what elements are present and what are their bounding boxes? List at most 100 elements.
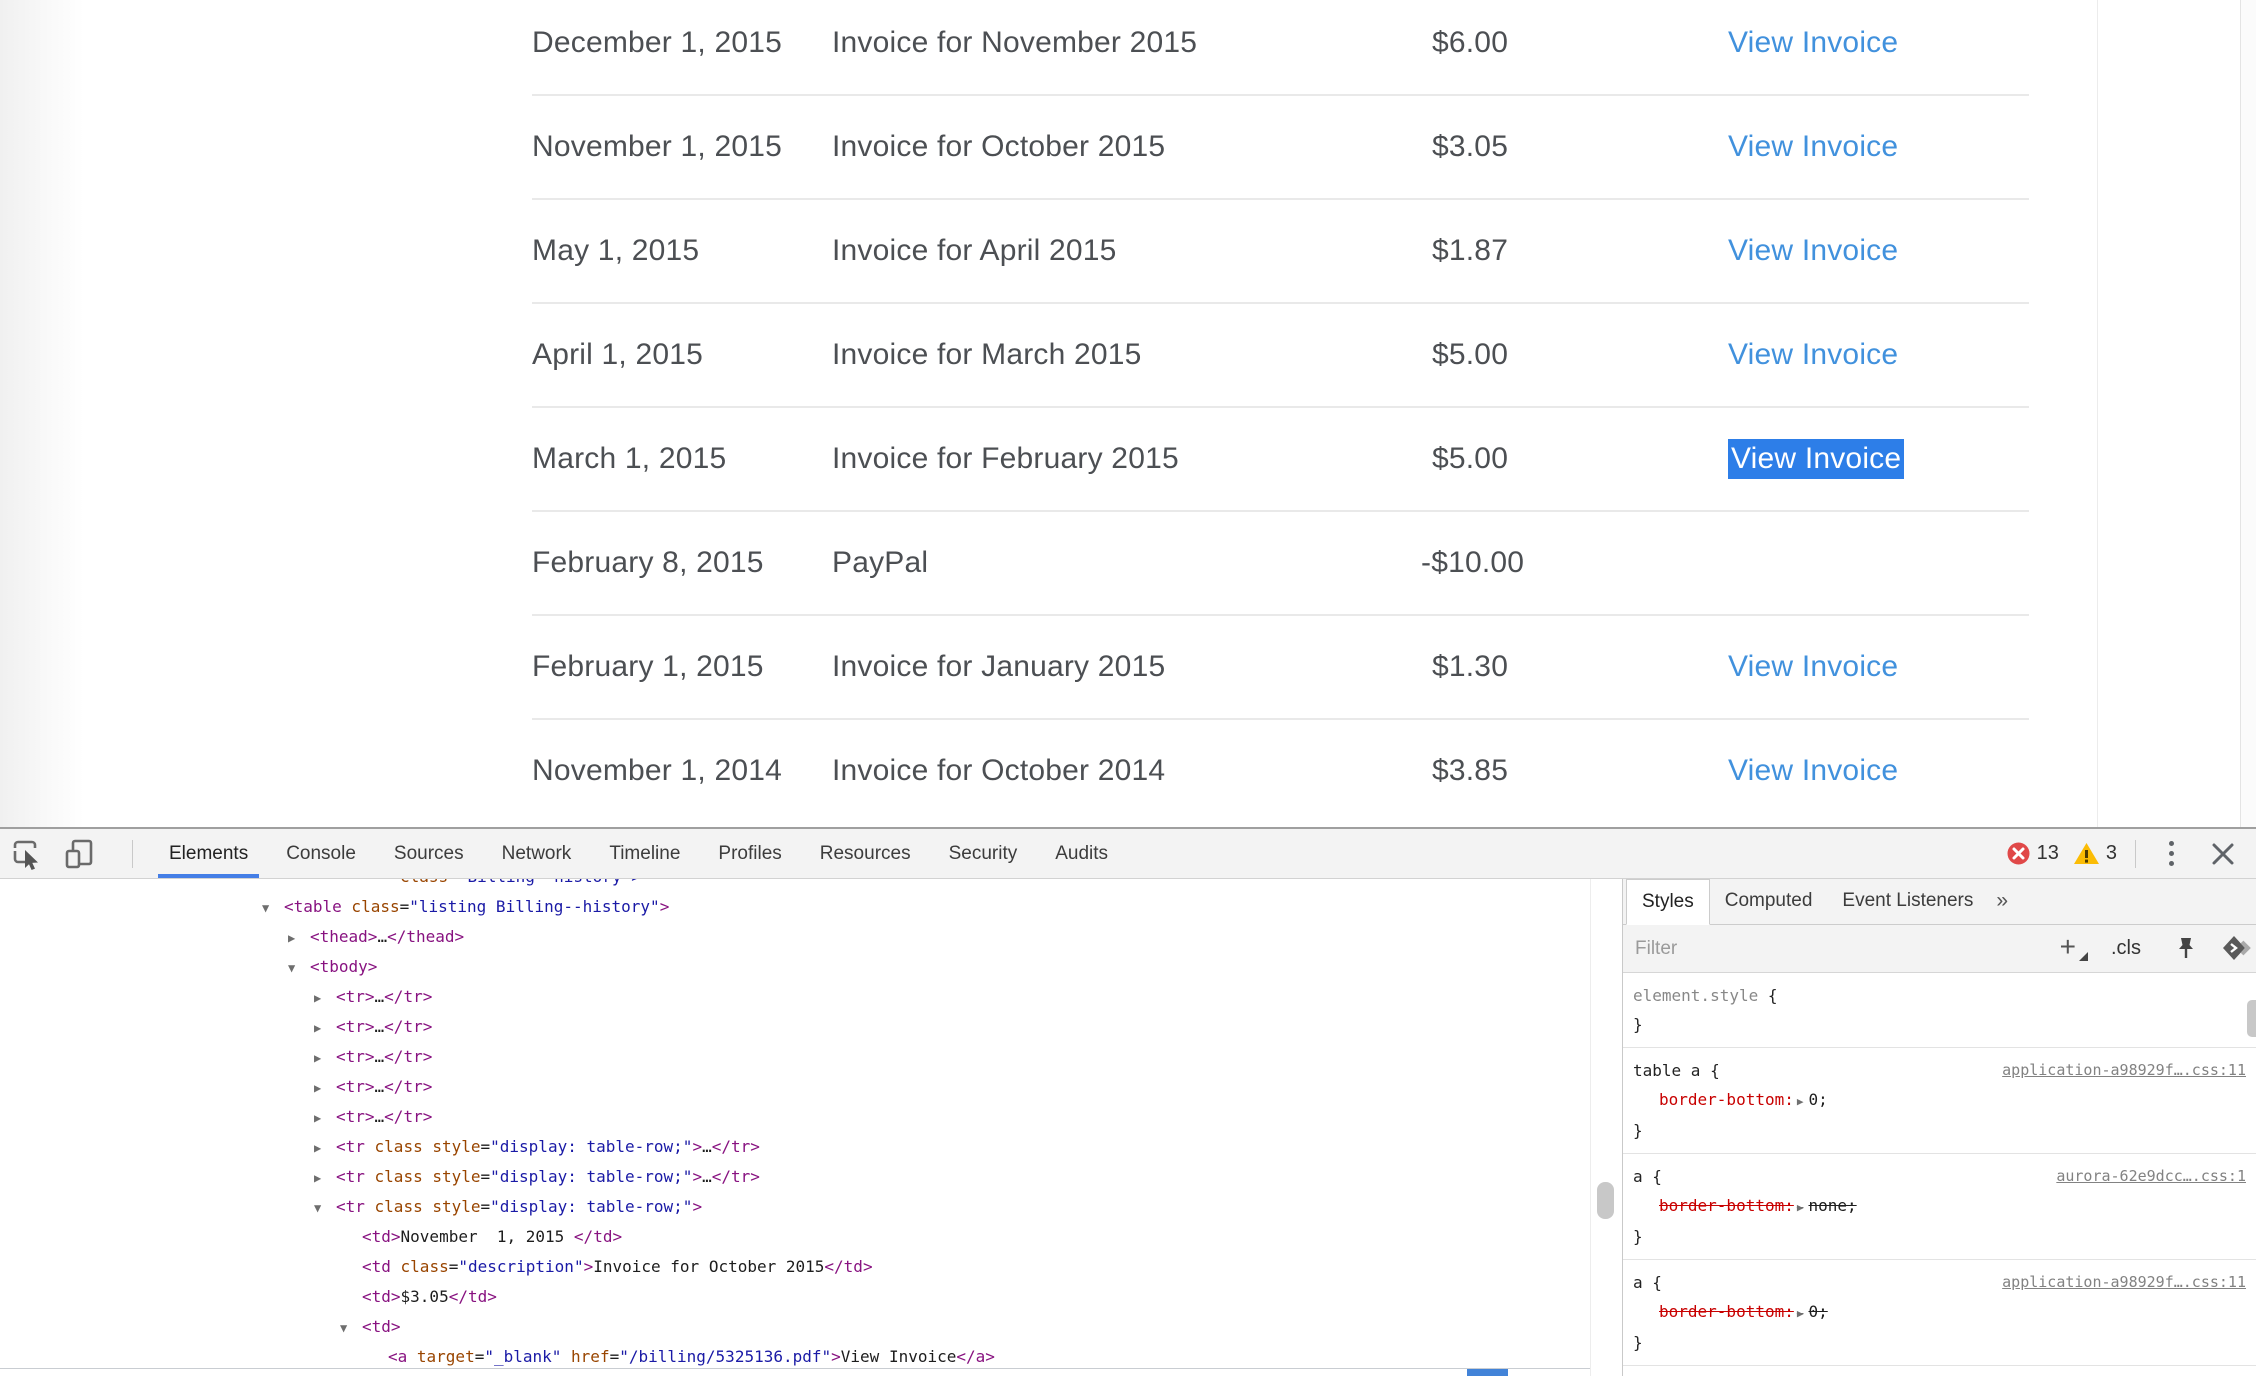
code-token: = bbox=[609, 1347, 620, 1366]
elements-scrollbar-thumb[interactable] bbox=[1597, 1182, 1614, 1219]
code-token: class bbox=[390, 1257, 449, 1276]
collapse-arrow-icon[interactable]: ▼ bbox=[262, 893, 284, 923]
close-devtools-icon[interactable] bbox=[2206, 837, 2240, 871]
view-invoice-link[interactable]: View Invoice bbox=[1728, 130, 1898, 164]
invoice-amount: $1.87 bbox=[1432, 234, 1509, 267]
devtools-tab-profiles[interactable]: Profiles bbox=[699, 829, 800, 878]
invoice-amount: $1.30 bbox=[1432, 650, 1509, 683]
code-token: style bbox=[422, 1167, 481, 1186]
pin-icon[interactable] bbox=[2174, 936, 2198, 967]
warning-icon bbox=[2073, 843, 2099, 864]
expand-shorthand-icon[interactable]: ▶ bbox=[1797, 1299, 1804, 1328]
invoice-description: PayPal bbox=[832, 546, 929, 579]
sidebar-tab-computed[interactable]: Computed bbox=[1710, 879, 1828, 924]
css-property-line[interactable]: border-bottom: ▶ none; bbox=[1633, 1191, 2246, 1222]
css-property-line[interactable]: border-bottom: ▶ 0; bbox=[1633, 1085, 2246, 1116]
styles-scrollbar-thumb[interactable] bbox=[2247, 1000, 2256, 1037]
css-rule[interactable]: element.style {} bbox=[1623, 973, 2256, 1048]
devtools-tab-security[interactable]: Security bbox=[930, 829, 1037, 878]
expand-shorthand-icon[interactable]: ▶ bbox=[1797, 1087, 1804, 1116]
inspect-element-icon[interactable] bbox=[10, 838, 44, 870]
device-toolbar-icon[interactable] bbox=[62, 838, 96, 870]
devtools-menu-icon[interactable] bbox=[2158, 838, 2184, 870]
code-token: > bbox=[692, 1197, 703, 1216]
devtools-tab-sources[interactable]: Sources bbox=[375, 829, 483, 878]
dom-tree-line[interactable]: ▶ <thead>…</thead> bbox=[0, 922, 1622, 952]
expand-arrow-icon[interactable]: ▶ bbox=[314, 1103, 336, 1133]
code-token: class bbox=[364, 1197, 423, 1216]
page-scrollbar-track[interactable] bbox=[2240, 0, 2256, 827]
code-token: </thead> bbox=[387, 927, 465, 946]
error-count-badge[interactable]: 13 bbox=[2006, 841, 2059, 866]
code-token: <tr> bbox=[336, 1107, 375, 1126]
devtools-tab-elements[interactable]: Elements bbox=[150, 829, 267, 878]
dom-tree-line[interactable]: ▼ <tr class style="display: table-row;"> bbox=[0, 1192, 1622, 1222]
selected-breadcrumb[interactable] bbox=[1467, 1369, 1508, 1376]
sidebar-tabs-overflow-icon[interactable]: » bbox=[1988, 879, 2016, 924]
stylesheet-source-link[interactable]: application-a98929f….css:11 bbox=[2002, 1268, 2246, 1297]
css-rule[interactable]: application-a98929f….css:11 table a {bord… bbox=[1623, 1048, 2256, 1154]
expand-arrow-icon[interactable]: ▶ bbox=[314, 1013, 336, 1043]
dom-tree-line[interactable]: ▼ <table class="listing Billing--history"… bbox=[0, 892, 1622, 922]
dom-tree-line[interactable]: ▶ <tr class style="display: table-row;">…… bbox=[0, 1132, 1622, 1162]
element-state-icon[interactable] bbox=[2222, 935, 2252, 966]
css-property-name: border-bottom: bbox=[1659, 1090, 1794, 1109]
dom-tree-line[interactable]: ▶ <tr>…</tr> bbox=[0, 1042, 1622, 1072]
code-token: = bbox=[480, 1167, 491, 1186]
collapse-arrow-icon[interactable]: ▼ bbox=[314, 1193, 336, 1223]
dom-tree-line[interactable]: ▶ <tr>…</tr> bbox=[0, 982, 1622, 1012]
invoice-date: March 1, 2015 bbox=[532, 442, 727, 475]
view-invoice-link[interactable]: View Invoice bbox=[1728, 234, 1898, 268]
css-rule[interactable]: application-a98929f….css:11 a {border-bot… bbox=[1623, 1260, 2256, 1366]
dom-tree-line[interactable]: ▼ <td> bbox=[0, 1312, 1622, 1342]
sidebar-tab-event-listeners[interactable]: Event Listeners bbox=[1827, 879, 1988, 924]
dom-tree-line[interactable]: <td class="description">Invoice for Octo… bbox=[0, 1252, 1622, 1282]
devtools-tab-resources[interactable]: Resources bbox=[801, 829, 930, 878]
sidebar-tab-styles[interactable]: Styles bbox=[1626, 879, 1710, 925]
stylesheet-source-link[interactable]: application-a98929f….css:11 bbox=[2002, 1056, 2246, 1085]
expand-arrow-icon[interactable]: ▶ bbox=[314, 1133, 336, 1163]
dom-tree-line[interactable]: <td>November 1, 2015 </td> bbox=[0, 1222, 1622, 1252]
filter-input[interactable]: Filter bbox=[1635, 925, 1677, 972]
billing-row: December 1, 2015 Invoice for November 201… bbox=[0, 0, 2256, 95]
devtools-tab-audits[interactable]: Audits bbox=[1036, 829, 1127, 878]
dom-tree-line[interactable]: ▶ <tr class style="display: table-row;">…… bbox=[0, 1162, 1622, 1192]
dom-tree-line[interactable]: ▼ <tbody> bbox=[0, 952, 1622, 982]
css-rule[interactable]: application-a98929f….css:1a { bbox=[1623, 1366, 2256, 1376]
warning-count-badge[interactable]: 3 bbox=[2073, 841, 2117, 866]
expand-arrow-icon[interactable]: ▶ bbox=[314, 1073, 336, 1103]
collapse-arrow-icon[interactable]: ▼ bbox=[340, 1313, 362, 1343]
css-rule[interactable]: aurora-62e9dcc….css:1 a {border-bottom: ▶ n… bbox=[1623, 1154, 2256, 1260]
new-style-rule-icon[interactable]: + bbox=[2060, 931, 2089, 963]
expand-arrow-icon[interactable]: ▶ bbox=[314, 1043, 336, 1073]
dom-tree-line[interactable]: class="Billing--history"> bbox=[0, 879, 1622, 892]
stylesheet-source-link[interactable]: aurora-62e9dcc….css:1 bbox=[2056, 1162, 2246, 1191]
dom-tree-line[interactable]: <td>$3.05</td> bbox=[0, 1282, 1622, 1312]
view-invoice-link[interactable]: View Invoice bbox=[1728, 439, 1905, 479]
css-selector: table a bbox=[1633, 1061, 1701, 1080]
collapse-arrow-icon[interactable]: ▼ bbox=[288, 953, 310, 983]
expand-arrow-icon[interactable]: ▶ bbox=[314, 983, 336, 1013]
view-invoice-link[interactable]: View Invoice bbox=[1728, 754, 1898, 788]
code-token: = bbox=[399, 897, 410, 916]
toolbar-separator bbox=[132, 840, 133, 868]
dom-tree-line[interactable]: ▶ <tr>…</tr> bbox=[0, 1072, 1622, 1102]
view-invoice-link[interactable]: View Invoice bbox=[1728, 26, 1898, 60]
view-invoice-link[interactable]: View Invoice bbox=[1728, 650, 1898, 684]
toolbar-separator bbox=[2135, 839, 2136, 868]
devtools-tab-console[interactable]: Console bbox=[267, 829, 375, 878]
expand-shorthand-icon[interactable]: ▶ bbox=[1797, 1193, 1804, 1222]
dom-tree-line[interactable]: ▶ <tr>…</tr> bbox=[0, 1012, 1622, 1042]
view-invoice-link[interactable]: View Invoice bbox=[1728, 338, 1898, 372]
expand-arrow-icon[interactable]: ▶ bbox=[288, 923, 310, 953]
devtools-tab-timeline[interactable]: Timeline bbox=[590, 829, 699, 878]
css-property-line[interactable]: border-bottom: ▶ 0; bbox=[1633, 1297, 2246, 1328]
toggle-class-button[interactable]: .cls bbox=[2111, 925, 2141, 972]
code-token: "display: table-row;" bbox=[490, 1197, 693, 1216]
css-rules-list: element.style {} application-a98929f….css… bbox=[1623, 973, 2256, 1376]
code-token: <tr bbox=[336, 1167, 365, 1186]
code-token: <tr bbox=[336, 1197, 365, 1216]
devtools-tab-network[interactable]: Network bbox=[483, 829, 591, 878]
dom-tree-line[interactable]: ▶ <tr>…</tr> bbox=[0, 1102, 1622, 1132]
expand-arrow-icon[interactable]: ▶ bbox=[314, 1163, 336, 1193]
